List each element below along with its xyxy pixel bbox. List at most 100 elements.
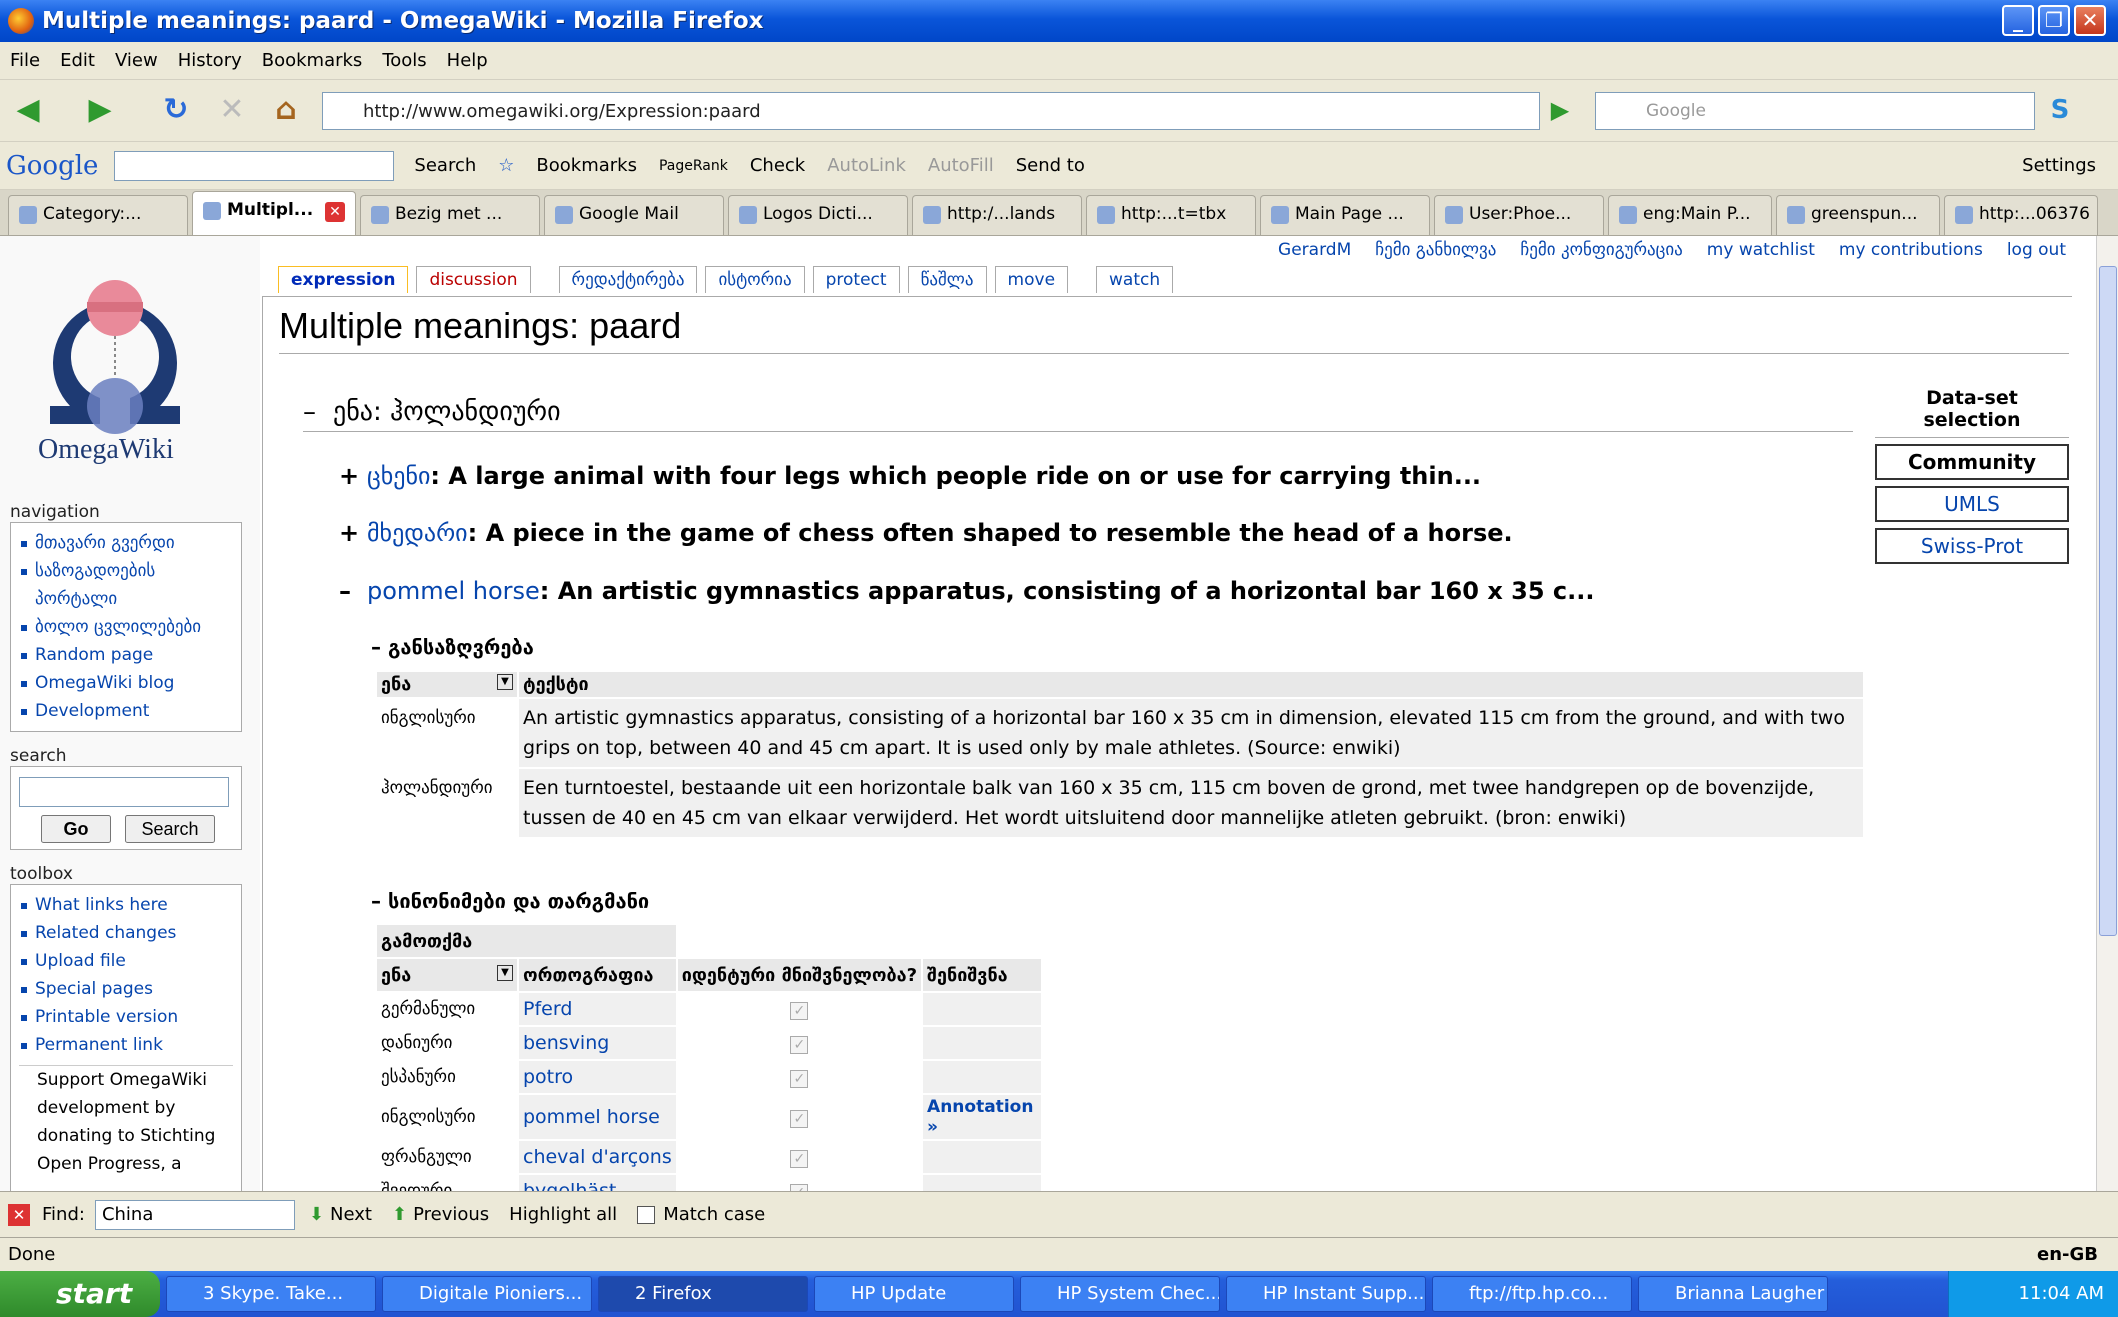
toolbox-what-links-here[interactable]: What links here	[19, 891, 233, 919]
taskbar-item-hp-update[interactable]: HP Update	[814, 1276, 1014, 1312]
tab-discussion[interactable]: discussion	[416, 266, 531, 293]
star-icon[interactable]: ☆	[498, 155, 514, 176]
tab-delete[interactable]: წაშლა	[907, 266, 987, 293]
autofill-button[interactable]: AutoFill	[928, 155, 994, 176]
sidebar-item-community[interactable]: საზოგადოების პორტალი	[19, 557, 233, 613]
menu-edit[interactable]: Edit	[60, 50, 95, 71]
back-icon[interactable]: ◀	[8, 90, 48, 130]
close-find-icon[interactable]: ✕	[8, 1203, 30, 1226]
tab-move[interactable]: move	[994, 266, 1069, 293]
tab-category[interactable]: Category:...	[8, 195, 188, 235]
web-search-input[interactable]: Google	[1595, 92, 2035, 130]
tab-protect[interactable]: protect	[812, 266, 900, 293]
close-button[interactable]: ✕	[2074, 5, 2106, 36]
stop-icon[interactable]: ✕	[212, 90, 252, 130]
tab-omegawiki[interactable]: Multipl... ✕	[192, 191, 356, 235]
google-search-button[interactable]: Search	[414, 155, 476, 176]
chevron-down-icon[interactable]: ▼	[497, 674, 513, 690]
taskbar-item-hp-system[interactable]: HP System Chec...	[1020, 1276, 1220, 1312]
taskbar-item-skype[interactable]: 3 Skype. Take...	[166, 1276, 376, 1312]
spelling-link[interactable]: bygelhäst	[519, 1175, 676, 1191]
sendto-button[interactable]: Send to	[1016, 155, 1085, 176]
sidebar-item-development[interactable]: Development	[19, 697, 233, 725]
tab-watch[interactable]: watch	[1096, 266, 1174, 293]
find-previous-button[interactable]: Previous	[413, 1204, 489, 1225]
menu-file[interactable]: File	[10, 50, 40, 71]
synonyms-heading[interactable]: – სინონიმები და თარგმანი	[371, 889, 649, 913]
spelling-link[interactable]: cheval d'arçons	[519, 1141, 676, 1173]
url-field[interactable]: http://www.omegawiki.org/Expression:paar…	[322, 92, 1540, 130]
taskbar-item-ftp[interactable]: ftp://ftp.hp.co...	[1432, 1276, 1632, 1312]
start-button[interactable]: start	[0, 1271, 160, 1317]
menu-help[interactable]: Help	[447, 50, 488, 71]
find-input[interactable]: China	[94, 1199, 295, 1230]
spellcheck-button[interactable]: Check	[750, 155, 805, 176]
definition-heading[interactable]: – განსაზღვრება	[371, 635, 534, 659]
spelling-link[interactable]: Pferd	[519, 993, 676, 1025]
chevron-down-icon[interactable]: ▼	[497, 964, 513, 981]
tab-http-06376[interactable]: http:...06376	[1944, 195, 2098, 235]
taskbar-item-firefox[interactable]: 2 Firefox	[598, 1276, 808, 1312]
definition-word-link[interactable]: მხედარი	[367, 519, 468, 547]
skype-icon[interactable]: S	[2040, 90, 2080, 130]
tab-logos[interactable]: Logos Dicti...	[728, 195, 908, 235]
reload-icon[interactable]: ↻	[156, 90, 196, 130]
bookmarks-button[interactable]: Bookmarks	[536, 155, 637, 176]
spelling-link[interactable]: potro	[519, 1061, 676, 1093]
tab-google-mail[interactable]: Google Mail	[544, 195, 724, 235]
user-link-watchlist[interactable]: my watchlist	[1707, 240, 1815, 260]
annotation-link[interactable]: Annotation »	[923, 1095, 1042, 1139]
definition-word-link[interactable]: pommel horse	[367, 577, 540, 605]
definition-row[interactable]: + ცხენი: A large animal with four legs wh…	[339, 462, 1481, 490]
spelling-link[interactable]: bensving	[519, 1027, 676, 1059]
locale-indicator[interactable]: en-GB	[2037, 1244, 2098, 1265]
tab-user-phoe[interactable]: User:Phoe...	[1434, 195, 1604, 235]
collapse-toggle[interactable]: –	[339, 577, 367, 605]
dataset-umls[interactable]: UMLS	[1875, 486, 2069, 522]
maximize-button[interactable]: ❐	[2038, 5, 2070, 36]
find-next-button[interactable]: Next	[330, 1204, 372, 1225]
home-icon[interactable]: ⌂	[266, 90, 306, 130]
toolbox-related-changes[interactable]: Related changes	[19, 919, 233, 947]
user-link-talk[interactable]: ჩემი განხილვა	[1375, 240, 1496, 260]
google-toolbar-input[interactable]	[114, 150, 395, 181]
toolbox-special-pages[interactable]: Special pages	[19, 975, 233, 1003]
vertical-scrollbar[interactable]	[2096, 236, 2118, 1191]
settings-button[interactable]: Settings	[2022, 155, 2096, 176]
search-button[interactable]: Search	[125, 815, 215, 843]
menu-history[interactable]: History	[178, 50, 242, 71]
close-tab-icon[interactable]: ✕	[325, 202, 345, 222]
match-case-checkbox[interactable]	[637, 1205, 656, 1224]
toolbox-printable[interactable]: Printable version	[19, 1003, 233, 1031]
sidebar-item-random[interactable]: Random page	[19, 641, 233, 669]
collapse-toggle[interactable]: –	[303, 397, 333, 427]
tab-main-page[interactable]: Main Page ...	[1260, 195, 1430, 235]
definition-word-link[interactable]: ცხენი	[367, 462, 430, 490]
taskbar-item-hp-instant[interactable]: HP Instant Supp...	[1226, 1276, 1426, 1312]
user-link-username[interactable]: GerardM	[1278, 240, 1351, 260]
autolink-button[interactable]: AutoLink	[827, 155, 906, 176]
definition-row[interactable]: + მხედარი: A piece in the game of chess o…	[339, 519, 1513, 547]
language-heading[interactable]: – ენა: ჰოლანდიური	[303, 397, 1853, 432]
tab-bezig[interactable]: Bezig met ...	[360, 195, 540, 235]
tab-edit[interactable]: რედაქტირება	[558, 266, 698, 293]
menu-tools[interactable]: Tools	[382, 50, 426, 71]
tab-history[interactable]: ისტორია	[705, 266, 805, 293]
dataset-swissprot[interactable]: Swiss-Prot	[1875, 528, 2069, 564]
forward-icon[interactable]: ▶	[80, 90, 120, 130]
tab-greenspun[interactable]: greenspun...	[1776, 195, 1940, 235]
user-link-contributions[interactable]: my contributions	[1839, 240, 1983, 260]
taskbar-item-brianna[interactable]: Brianna Laugher	[1638, 1276, 1828, 1312]
sidebar-item-main-page[interactable]: მთავარი გვერდი	[19, 529, 233, 557]
taskbar-item-digitale[interactable]: Digitale Pioniers...	[382, 1276, 592, 1312]
tab-eng-main[interactable]: eng:Main P...	[1608, 195, 1772, 235]
expand-toggle[interactable]: +	[339, 462, 367, 490]
definition-row[interactable]: – pommel horse: An artistic gymnastics ap…	[339, 577, 1594, 605]
search-input[interactable]	[19, 777, 229, 807]
menu-bookmarks[interactable]: Bookmarks	[262, 50, 363, 71]
go-icon[interactable]: ▶	[1540, 90, 1580, 130]
user-link-logout[interactable]: log out	[2007, 240, 2066, 260]
spelling-link[interactable]: pommel horse	[519, 1095, 676, 1139]
tab-http-tbx[interactable]: http:...t=tbx	[1086, 195, 1256, 235]
minimize-button[interactable]: _	[2002, 5, 2034, 36]
